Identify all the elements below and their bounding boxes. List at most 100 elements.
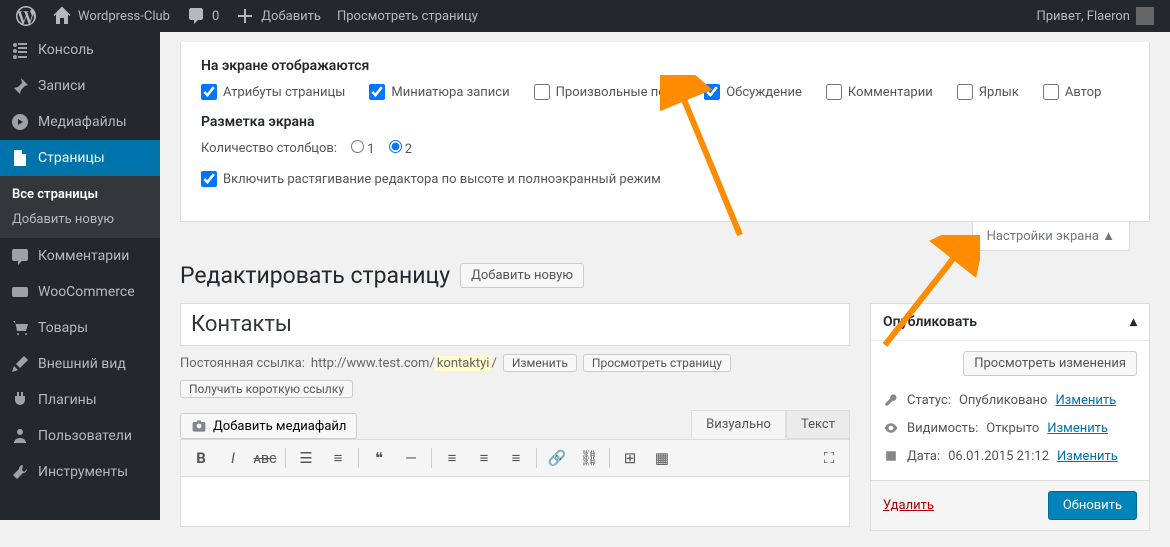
link-button[interactable]: 🔗 [543, 444, 571, 472]
side-column: Опубликовать ▴ Просмотреть изменения Ста… [870, 303, 1150, 547]
visibility-edit-link[interactable]: Изменить [1047, 421, 1108, 436]
home-icon [52, 6, 72, 26]
more-button[interactable]: ⊞ [616, 444, 644, 472]
sidebar-item-woocommerce[interactable]: WooCommerce [0, 274, 160, 310]
permalink-view-button[interactable]: Просмотреть страницу [583, 354, 731, 372]
sidebar-item-products[interactable]: Товары [0, 310, 160, 346]
add-media-button[interactable]: Добавить медиафайл [180, 413, 357, 439]
screen-option-checkbox[interactable]: Комментарии [826, 84, 933, 100]
unlink-button[interactable]: ⛓ [575, 444, 603, 472]
comments-count: 0 [212, 9, 219, 24]
screen-options-checkboxes: Атрибуты страницы Миниатюра записи Произ… [201, 84, 1129, 100]
submenu-add-page[interactable]: Добавить новую [0, 207, 160, 232]
align-left-button[interactable]: ≡ [438, 444, 466, 472]
strike-button[interactable]: ᴀʙᴄ [251, 444, 279, 472]
publish-metabox-head[interactable]: Опубликовать ▴ [871, 304, 1149, 341]
delete-link[interactable]: Удалить [883, 498, 934, 513]
sidebar-item-dashboard[interactable]: Консоль [0, 32, 160, 68]
sidebar-item-comments[interactable]: Комментарии [0, 238, 160, 274]
users-icon [10, 426, 30, 446]
tab-visual[interactable]: Визуально [691, 410, 786, 439]
date-edit-link[interactable]: Изменить [1057, 449, 1118, 464]
update-button[interactable]: Обновить [1048, 491, 1137, 520]
view-page-link[interactable]: Просмотреть страницу [329, 0, 486, 32]
align-right-button[interactable]: ≡ [502, 444, 530, 472]
sidebar-item-users[interactable]: Пользователи [0, 418, 160, 454]
editor: Добавить медиафайл Визуально Текст B I ᴀ… [180, 410, 850, 527]
sidebar-item-posts[interactable]: Записи [0, 68, 160, 104]
columns-label: Количество столбцов: [201, 141, 337, 156]
screen-option-checkbox[interactable]: Ярлык [957, 84, 1019, 100]
sidebar-item-tools[interactable]: Инструменты [0, 454, 160, 490]
site-name: Wordpress-Club [78, 9, 170, 24]
permalink-row: Постоянная ссылка: http://www.test.com/k… [180, 354, 850, 372]
screen-option-checkbox[interactable]: Атрибуты страницы [201, 84, 345, 100]
italic-button[interactable]: I [219, 444, 247, 472]
media-icon [10, 112, 30, 132]
ol-button[interactable]: ≡ [324, 444, 352, 472]
key-icon [883, 392, 899, 408]
greeting: Привет, Flaeron [1036, 9, 1130, 24]
wp-logo[interactable] [8, 0, 44, 32]
permalink-url: http://www.test.com/kontaktyi/ [311, 356, 497, 371]
status-edit-link[interactable]: Изменить [1055, 393, 1116, 408]
comment-icon [10, 246, 30, 266]
sidebar-item-pages[interactable]: Страницы [0, 140, 160, 176]
screen-options-heading: На экране отображаются [201, 58, 1129, 74]
admin-sidebar: Консоль Записи Медиафайлы Страницы Все с… [0, 32, 160, 520]
hr-button[interactable]: — [397, 444, 425, 472]
align-center-button[interactable]: ≡ [470, 444, 498, 472]
tab-text[interactable]: Текст [786, 410, 850, 439]
pages-submenu: Все страницы Добавить новую [0, 176, 160, 238]
tools-icon [10, 462, 30, 482]
caret-up-icon: ▴ [1130, 314, 1137, 330]
page-title: Редактировать страницу [180, 262, 450, 289]
admin-bar: Wordpress-Club 0 Добавить Просмотреть ст… [0, 0, 1170, 32]
quote-button[interactable]: ❝ [365, 444, 393, 472]
dashboard-icon [10, 40, 30, 60]
greeting-link[interactable]: Привет, Flaeron [1028, 0, 1162, 32]
preview-button[interactable]: Просмотреть изменения [963, 351, 1137, 376]
layout-heading: Разметка экрана [201, 114, 1129, 130]
screen-option-checkbox[interactable]: Обсуждение [704, 84, 802, 100]
sidebar-item-media[interactable]: Медиафайлы [0, 104, 160, 140]
plugin-icon [10, 390, 30, 410]
ul-button[interactable]: ☰ [292, 444, 320, 472]
screen-option-checkbox[interactable]: Миниатюра записи [369, 84, 509, 100]
submenu-all-pages[interactable]: Все страницы [0, 182, 160, 207]
fullscreen-button[interactable]: ⛶ [815, 444, 843, 472]
site-name-link[interactable]: Wordpress-Club [44, 0, 178, 32]
comments-link[interactable]: 0 [178, 0, 227, 32]
add-new-button[interactable]: Добавить новую [460, 263, 584, 288]
status-row: Статус: Опубликовано Изменить [883, 386, 1137, 414]
cart-icon [10, 318, 30, 338]
sidebar-item-plugins[interactable]: Плагины [0, 382, 160, 418]
editor-tabs: Визуально Текст [691, 410, 850, 439]
shortlink-button[interactable]: Получить короткую ссылку [180, 380, 353, 398]
eye-icon [883, 420, 899, 436]
columns-row: Количество столбцов: 1 2 [201, 140, 1129, 157]
sidebar-item-appearance[interactable]: Внешний вид [0, 346, 160, 382]
editor-toolbar: B I ᴀʙᴄ ☰ ≡ ❝ — ≡ ≡ ≡ 🔗 ⛓ [180, 439, 850, 477]
plus-icon [235, 6, 255, 26]
main-content: На экране отображаются Атрибуты страницы… [160, 32, 1170, 520]
screen-options-tab[interactable]: Настройки экрана ▲ [972, 222, 1130, 251]
brush-icon [10, 354, 30, 374]
columns-radio-2[interactable]: 2 [389, 140, 413, 157]
permalink-edit-button[interactable]: Изменить [503, 354, 577, 372]
columns-radio-1[interactable]: 1 [351, 140, 375, 157]
toolbar-toggle-button[interactable]: ▦ [648, 444, 676, 472]
avatar [1136, 7, 1154, 25]
screen-options-panel: На экране отображаются Атрибуты страницы… [180, 42, 1150, 222]
title-input[interactable] [180, 303, 850, 346]
calendar-icon [883, 448, 899, 464]
stretch-checkbox[interactable]: Включить растягивание редактора по высот… [201, 171, 661, 187]
new-label: Добавить [261, 9, 321, 24]
new-content-link[interactable]: Добавить [227, 0, 329, 32]
permalink-label: Постоянная ссылка: [180, 356, 305, 371]
pin-icon [10, 76, 30, 96]
wordpress-icon [16, 6, 36, 26]
bold-button[interactable]: B [187, 444, 215, 472]
screen-option-checkbox[interactable]: Произвольные поля [534, 84, 681, 100]
screen-option-checkbox[interactable]: Автор [1043, 84, 1102, 100]
